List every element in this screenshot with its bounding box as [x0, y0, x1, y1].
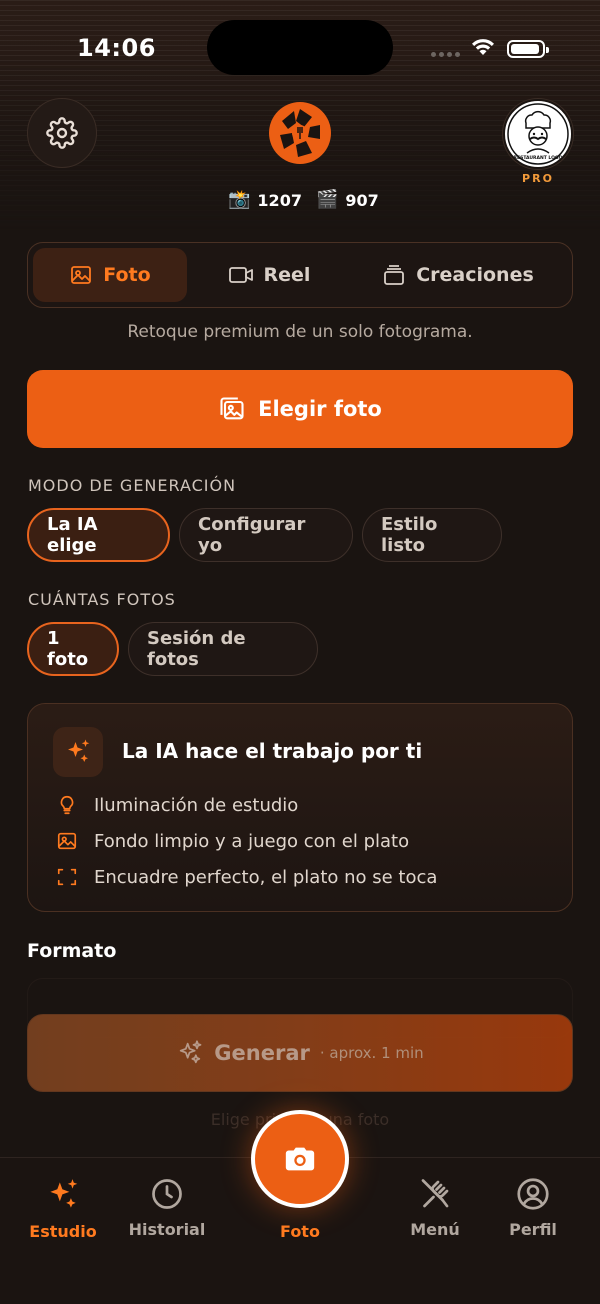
generate-label: Generar	[214, 1041, 310, 1065]
clock-icon	[152, 1179, 182, 1209]
status-bar: 14:06	[0, 0, 600, 90]
clapper-icon: 🎬	[315, 189, 339, 210]
utensils-icon	[421, 1179, 449, 1208]
video-icon	[228, 267, 253, 283]
avatar[interactable]: RESTAURANT LOGO	[503, 99, 573, 169]
nav-perfil[interactable]: Perfil	[483, 1176, 583, 1239]
pro-badge: PRO	[522, 172, 554, 185]
format-label: Formato	[27, 940, 117, 962]
signal-icon	[431, 52, 460, 57]
frame-icon	[57, 868, 77, 886]
nav-historial[interactable]: Historial	[117, 1176, 217, 1239]
reel-credits: 🎬 907	[316, 190, 379, 210]
nav-foto-label: Foto	[280, 1222, 320, 1241]
gear-icon	[46, 117, 78, 149]
nav-menu-label: Menú	[410, 1220, 460, 1239]
wifi-icon	[472, 39, 494, 55]
option-sesion-fotos[interactable]: Sesión de fotos	[128, 622, 318, 676]
nav-estudio[interactable]: Estudio	[13, 1176, 113, 1241]
feature-text: Iluminación de estudio	[94, 794, 299, 816]
generation-mode-label: MODO DE GENERACIÓN	[28, 476, 237, 495]
credit-counters: 📸 1207 🎬 907	[228, 190, 379, 210]
tab-foto[interactable]: Foto	[33, 248, 187, 302]
sparkles-icon	[50, 1179, 78, 1208]
ai-info-card: La IA hace el trabajo por ti Iluminación…	[27, 703, 573, 912]
option-configurar-yo[interactable]: Configurar yo	[179, 508, 353, 562]
tab-reel-label: Reel	[263, 264, 311, 286]
generation-mode-options: La IA elige Configurar yo Estilo listo	[27, 508, 502, 562]
camera-flash-icon: 📸	[228, 189, 251, 210]
stack-icon	[384, 265, 405, 285]
user-icon	[517, 1178, 549, 1210]
image-icon	[71, 266, 92, 284]
feature-item: Fondo limpio y a juego con el plato	[56, 830, 409, 852]
lightbulb-icon	[60, 795, 74, 815]
feature-item: Iluminación de estudio	[56, 794, 298, 816]
mode-tabs: Foto Reel Creaciones	[27, 242, 573, 308]
camera-icon	[285, 1147, 315, 1171]
nav-estudio-label: Estudio	[29, 1222, 97, 1241]
image-icon	[57, 832, 77, 850]
svg-text:RESTAURANT LOGO: RESTAURANT LOGO	[514, 155, 563, 161]
settings-button[interactable]	[27, 98, 97, 168]
sparkles-icon	[180, 1040, 202, 1064]
generate-button[interactable]: Generar · aprox. 1 min	[27, 1014, 573, 1092]
photo-credits: 📸 1207	[228, 190, 302, 210]
option-estilo-listo[interactable]: Estilo listo	[362, 508, 502, 562]
generate-duration: · aprox. 1 min	[319, 1044, 424, 1062]
status-time: 14:06	[77, 34, 156, 62]
nav-historial-label: Historial	[128, 1220, 206, 1239]
photo-count-label: CUÁNTAS FOTOS	[28, 590, 176, 609]
tab-creaciones[interactable]: Creaciones	[351, 248, 565, 302]
dynamic-island	[207, 20, 393, 75]
card-icon-box	[53, 727, 103, 777]
feature-text: Encuadre perfecto, el plato no se toca	[94, 866, 438, 888]
sparkles-icon	[68, 739, 90, 762]
choose-photo-button[interactable]: Elegir foto	[27, 370, 573, 448]
reel-credits-value: 907	[345, 190, 379, 210]
option-ia-elige[interactable]: La IA elige	[27, 508, 170, 562]
photo-credits-value: 1207	[257, 190, 302, 210]
tab-creaciones-label: Creaciones	[416, 264, 534, 286]
gallery-icon	[220, 397, 244, 420]
photo-count-options: 1 foto Sesión de fotos	[27, 622, 318, 676]
mode-subtitle: Retoque premium de un solo fotograma.	[127, 322, 473, 342]
tab-foto-label: Foto	[103, 264, 151, 286]
tab-reel[interactable]: Reel	[187, 248, 351, 302]
nav-menu[interactable]: Menú	[385, 1176, 485, 1239]
nav-perfil-label: Perfil	[509, 1220, 557, 1239]
card-title: La IA hace el trabajo por ti	[122, 739, 423, 763]
camera-button[interactable]	[251, 1110, 349, 1208]
chef-logo-icon: RESTAURANT LOGO	[506, 102, 570, 166]
battery-icon	[507, 40, 549, 58]
feature-item: Encuadre perfecto, el plato no se toca	[56, 866, 437, 888]
app-logo	[269, 102, 331, 164]
choose-photo-label: Elegir foto	[258, 397, 382, 421]
option-1-foto[interactable]: 1 foto	[27, 622, 119, 676]
feature-text: Fondo limpio y a juego con el plato	[94, 830, 410, 852]
